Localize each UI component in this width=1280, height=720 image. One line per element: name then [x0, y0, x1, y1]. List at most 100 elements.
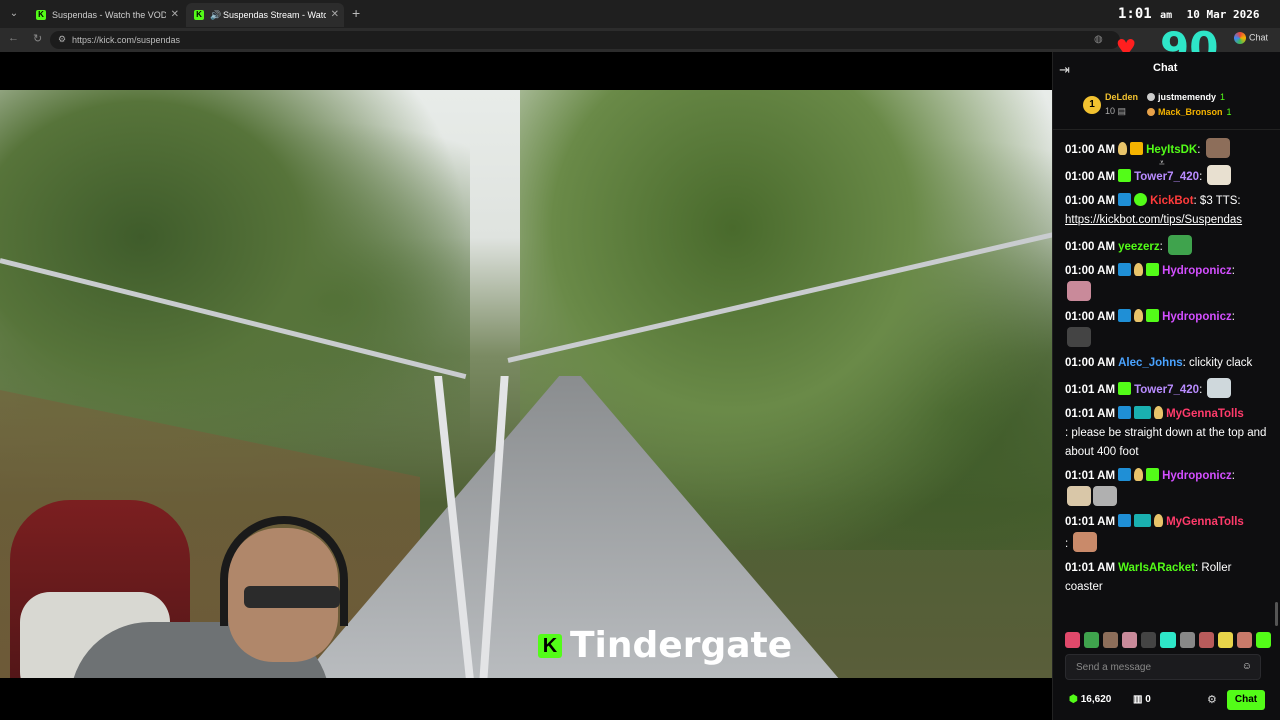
gifter-entry[interactable]: justmemendy 1: [1147, 92, 1225, 102]
kick-favicon-icon: K: [36, 10, 46, 20]
tab-search-chevron-icon[interactable]: ⌄: [6, 6, 22, 22]
chat-username[interactable]: yeezerz: [1118, 241, 1160, 253]
chat-username[interactable]: WarIsARacket: [1118, 562, 1195, 574]
emote-icon[interactable]: [1179, 632, 1195, 648]
chat-extension-icon: [1234, 32, 1246, 44]
gifter-name: Mack_Bronson: [1158, 107, 1223, 117]
chat-username[interactable]: MyGennaTolls: [1166, 408, 1244, 420]
emote-quickbar: [1065, 632, 1272, 648]
chat-link[interactable]: https://kickbot.com/tips/Suspendas: [1065, 214, 1242, 226]
emote-icon[interactable]: [1065, 632, 1081, 648]
chat-input-placeholder: Send a message: [1076, 662, 1152, 673]
chat-username[interactable]: KickBot: [1150, 195, 1193, 207]
mod-badge-icon: [1118, 263, 1132, 276]
emote-icon[interactable]: [1141, 632, 1157, 648]
chat-message: 01:01 AM MyGennaTolls:: [1065, 514, 1244, 552]
mod-badge-icon: [1118, 309, 1132, 322]
gift-icon: ▤: [1117, 106, 1127, 116]
url-field[interactable]: ⚙ https://kick.com/suspendas: [50, 31, 1120, 49]
gifter-entry[interactable]: Mack_Bronson 1: [1147, 107, 1232, 117]
chat-message: 01:01 AM WarIsARacket: Roller coaster: [1065, 562, 1232, 593]
kick-favicon-icon: K: [194, 10, 204, 20]
emote-icon[interactable]: [1160, 632, 1176, 648]
clock-ampm: am: [1160, 10, 1173, 21]
gifter-count: 1: [1226, 107, 1232, 117]
chat-username[interactable]: Tower7_420: [1134, 384, 1199, 396]
channel-points[interactable]: ⬢ 16,620: [1069, 694, 1111, 705]
browser-tab-vod[interactable]: K Suspendas - Watch the VOD on K ✕: [28, 3, 184, 27]
reload-icon[interactable]: ↻: [33, 32, 42, 45]
kicks-icon: ▥: [1133, 694, 1143, 705]
kick-logo-icon: K: [538, 634, 562, 658]
chat-footer: ⬢ 16,620 ▥ 0 ⚙ Chat: [1053, 688, 1280, 716]
gifter-icon: [1147, 93, 1155, 101]
chat-username[interactable]: Hydroponicz: [1162, 265, 1232, 277]
caption-bar: [0, 678, 1052, 720]
chat-username[interactable]: Tower7_420: [1134, 171, 1199, 183]
emote-icon[interactable]: [1103, 632, 1119, 648]
browser-tab-stream[interactable]: K 🔊 Suspendas Stream - Watch Li ✕: [186, 3, 344, 27]
video-player[interactable]: [0, 52, 1052, 720]
emote-icon: [1073, 532, 1098, 552]
og-badge-icon: [1134, 514, 1152, 527]
tab-close-icon[interactable]: ✕: [171, 3, 179, 27]
chat-extension-button[interactable]: Chat: [1234, 32, 1268, 44]
badge-icon: [1134, 309, 1144, 322]
sunglasses: [244, 586, 340, 608]
chat-username[interactable]: MyGennaTolls: [1166, 516, 1244, 528]
chat-message: 01:01 AM Hydroponicz:: [1065, 467, 1271, 508]
gift-badge-icon: [1130, 142, 1144, 155]
gifter-name[interactable]: DeLden: [1105, 92, 1138, 102]
chat-scrollbar[interactable]: [1275, 602, 1278, 626]
badge-icon: [1134, 263, 1144, 276]
speaker-icon[interactable]: 🔊: [210, 3, 221, 27]
chat-message: 01:00 AM Tower7_420:: [1065, 165, 1271, 187]
badge-icon: [1154, 406, 1164, 419]
chat-message: 01:00 AM yeezerz:: [1065, 235, 1271, 257]
emote-icon: [1067, 281, 1091, 301]
settings-gear-icon[interactable]: ⚙: [1207, 693, 1217, 706]
emote-icon[interactable]: [1217, 632, 1233, 648]
emoji-picker-icon[interactable]: ☺: [1242, 661, 1252, 672]
emote-icon[interactable]: [1198, 632, 1214, 648]
emote-icon: [1205, 138, 1230, 158]
badge-icon: [1154, 514, 1164, 527]
chat-panel: ⇥ Chat 1 DeLden 10 ▤ justmemendy 1 Mack_B…: [1052, 52, 1280, 720]
emote-icon: [1168, 235, 1193, 255]
gifter-count: 10 ▤: [1105, 106, 1127, 116]
chat-messages: 01:00 AM HeyItsDK: 01:00 AM Tower7_420: 01…: [1065, 138, 1271, 644]
send-chat-button[interactable]: Chat: [1227, 690, 1265, 710]
tab-title: Suspendas - Watch the VOD on K: [52, 10, 166, 20]
site-info-icon[interactable]: ⚙: [58, 34, 66, 45]
mod-badge-icon: [1118, 193, 1132, 206]
back-arrow-icon[interactable]: ←: [8, 32, 19, 44]
url-text[interactable]: https://kick.com/suspendas: [72, 35, 180, 45]
new-tab-plus-icon[interactable]: +: [352, 5, 360, 21]
gifter-name: justmemendy: [1158, 92, 1217, 102]
emote-icon: [1207, 165, 1232, 185]
rank-badge: 1: [1083, 96, 1101, 114]
chat-message: 01:01 AM Tower7_420:: [1065, 378, 1271, 400]
chat-message: 01:00 AM Hydroponicz:: [1065, 308, 1271, 349]
points-icon: ⬢: [1069, 694, 1078, 705]
collapse-chat-icon[interactable]: ⇥: [1059, 62, 1070, 78]
chat-username[interactable]: Alec_Johns: [1118, 357, 1183, 369]
stream-caption: Tindergate: [570, 625, 793, 666]
kicks-balance[interactable]: ▥ 0: [1133, 694, 1151, 705]
chat-username[interactable]: Hydroponicz: [1162, 311, 1232, 323]
emote-icon[interactable]: [1122, 632, 1138, 648]
chat-username[interactable]: HeyItsDK: [1146, 144, 1197, 156]
chat-message: 01:00 AM Alec_Johns: clickity clack: [1065, 357, 1253, 369]
headset-icon: [220, 516, 348, 626]
extension-icon[interactable]: ◍: [1094, 34, 1103, 45]
badge-icon: [1118, 142, 1128, 155]
chat-message-input[interactable]: Send a message ☺: [1065, 654, 1261, 680]
verified-badge-icon: [1134, 193, 1148, 206]
emote-icon[interactable]: [1084, 632, 1100, 648]
emote-icon[interactable]: [1255, 632, 1272, 648]
chat-header: ⇥ Chat: [1053, 52, 1280, 86]
emote-icon[interactable]: [1236, 632, 1252, 648]
chat-username[interactable]: Hydroponicz: [1162, 470, 1232, 482]
tab-close-icon[interactable]: ✕: [331, 3, 339, 27]
sub-badge-icon: [1146, 468, 1160, 481]
